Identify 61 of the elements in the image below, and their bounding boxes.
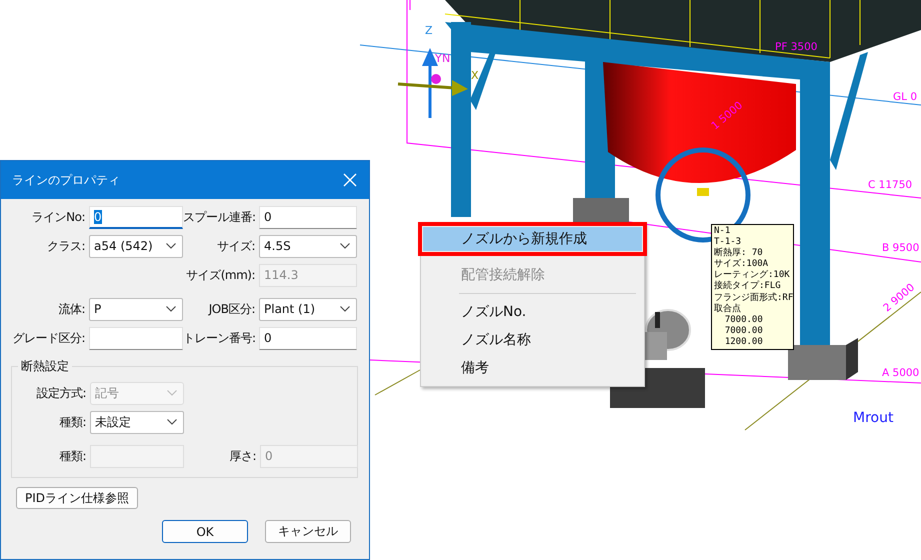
pid-spec-button[interactable]: PIDライン仕様参照 [16,487,138,509]
field-label: トレーン番号: [183,330,257,346]
field-label: サイズ(mm): [185,266,256,284]
view-label: Mrout [853,410,894,426]
dropdown[interactable]: Plant (1) [259,298,357,320]
field-label: 種類: [58,448,87,464]
field-label: スプール連番: [183,208,257,226]
grid-label: B 9500 [882,242,920,254]
grid-label: PF 3500 [775,41,818,53]
field-label: ラインNo: [30,208,86,226]
tooltip-line: T-1-3 [714,237,742,248]
field-label: 設定方式: [35,384,87,402]
menu-item[interactable]: ノズルから新規作成 [423,227,642,251]
tooltip-line: N-1 [714,226,732,237]
axis-label: N [442,52,450,65]
input-field[interactable]: 0 [89,206,183,228]
tooltip-line: 1200.00 [724,336,764,348]
chevron-icon [167,390,177,396]
dropdown[interactable]: P [89,298,183,320]
dialog-button[interactable]: OK [162,520,248,543]
axis-gizmo-icon [398,48,468,118]
axis-label: Z [425,24,433,37]
input-field[interactable]: 0 [259,326,357,350]
input-field[interactable]: 0 [259,206,357,228]
chevron-icon [166,243,176,249]
dialog-button[interactable]: キャンセル [265,520,351,543]
tooltip-line: 断熱厚: 70 [714,248,764,258]
field-label: 厚さ: [228,448,257,464]
concrete-footing [788,338,858,380]
axis-label: Y [435,52,442,65]
field-label: グレード区分: [11,330,86,346]
tooltip-line: 7000.00 [724,326,764,337]
grid-label: GL 0 [893,91,918,103]
input-field[interactable] [89,326,183,350]
menu-item[interactable]: 備考 [423,356,642,380]
menu-item[interactable]: ノズルNo. [423,300,642,324]
field-label: 種類: [58,414,87,430]
tooltip-line: 取合点 [714,304,742,315]
tooltip-line: 接続タイプ:FLG [714,281,782,292]
grid-label: C 11750 [868,179,912,191]
close-icon[interactable] [343,173,357,187]
dropdown[interactable]: 未設定 [90,410,184,434]
tooltip-line: フランジ面形式:RF [714,292,791,304]
menu-item[interactable]: ノズル名称 [423,328,642,352]
chevron-icon [167,419,177,425]
field-label: 流体: [57,300,86,318]
window-title: ラインのプロパティ [12,172,120,188]
chevron-icon [340,243,350,249]
field-label: サイズ: [216,238,256,254]
axis-label: X [471,69,479,82]
tooltip-line: レーティング:10K [714,270,791,280]
field-label: JOB区分: [207,300,256,318]
grid-label: A 5000 [882,367,920,379]
group-title: 断熱設定 [18,358,72,375]
tooltip-line: 7000.00 [724,314,764,326]
tooltip-line: サイズ:100A [714,259,770,270]
dropdown[interactable]: a54 (542) [89,234,183,258]
chevron-icon [166,306,176,312]
dropdown[interactable]: 4.5S [259,234,357,258]
field-label: クラス: [46,238,86,254]
chevron-icon [340,306,350,312]
